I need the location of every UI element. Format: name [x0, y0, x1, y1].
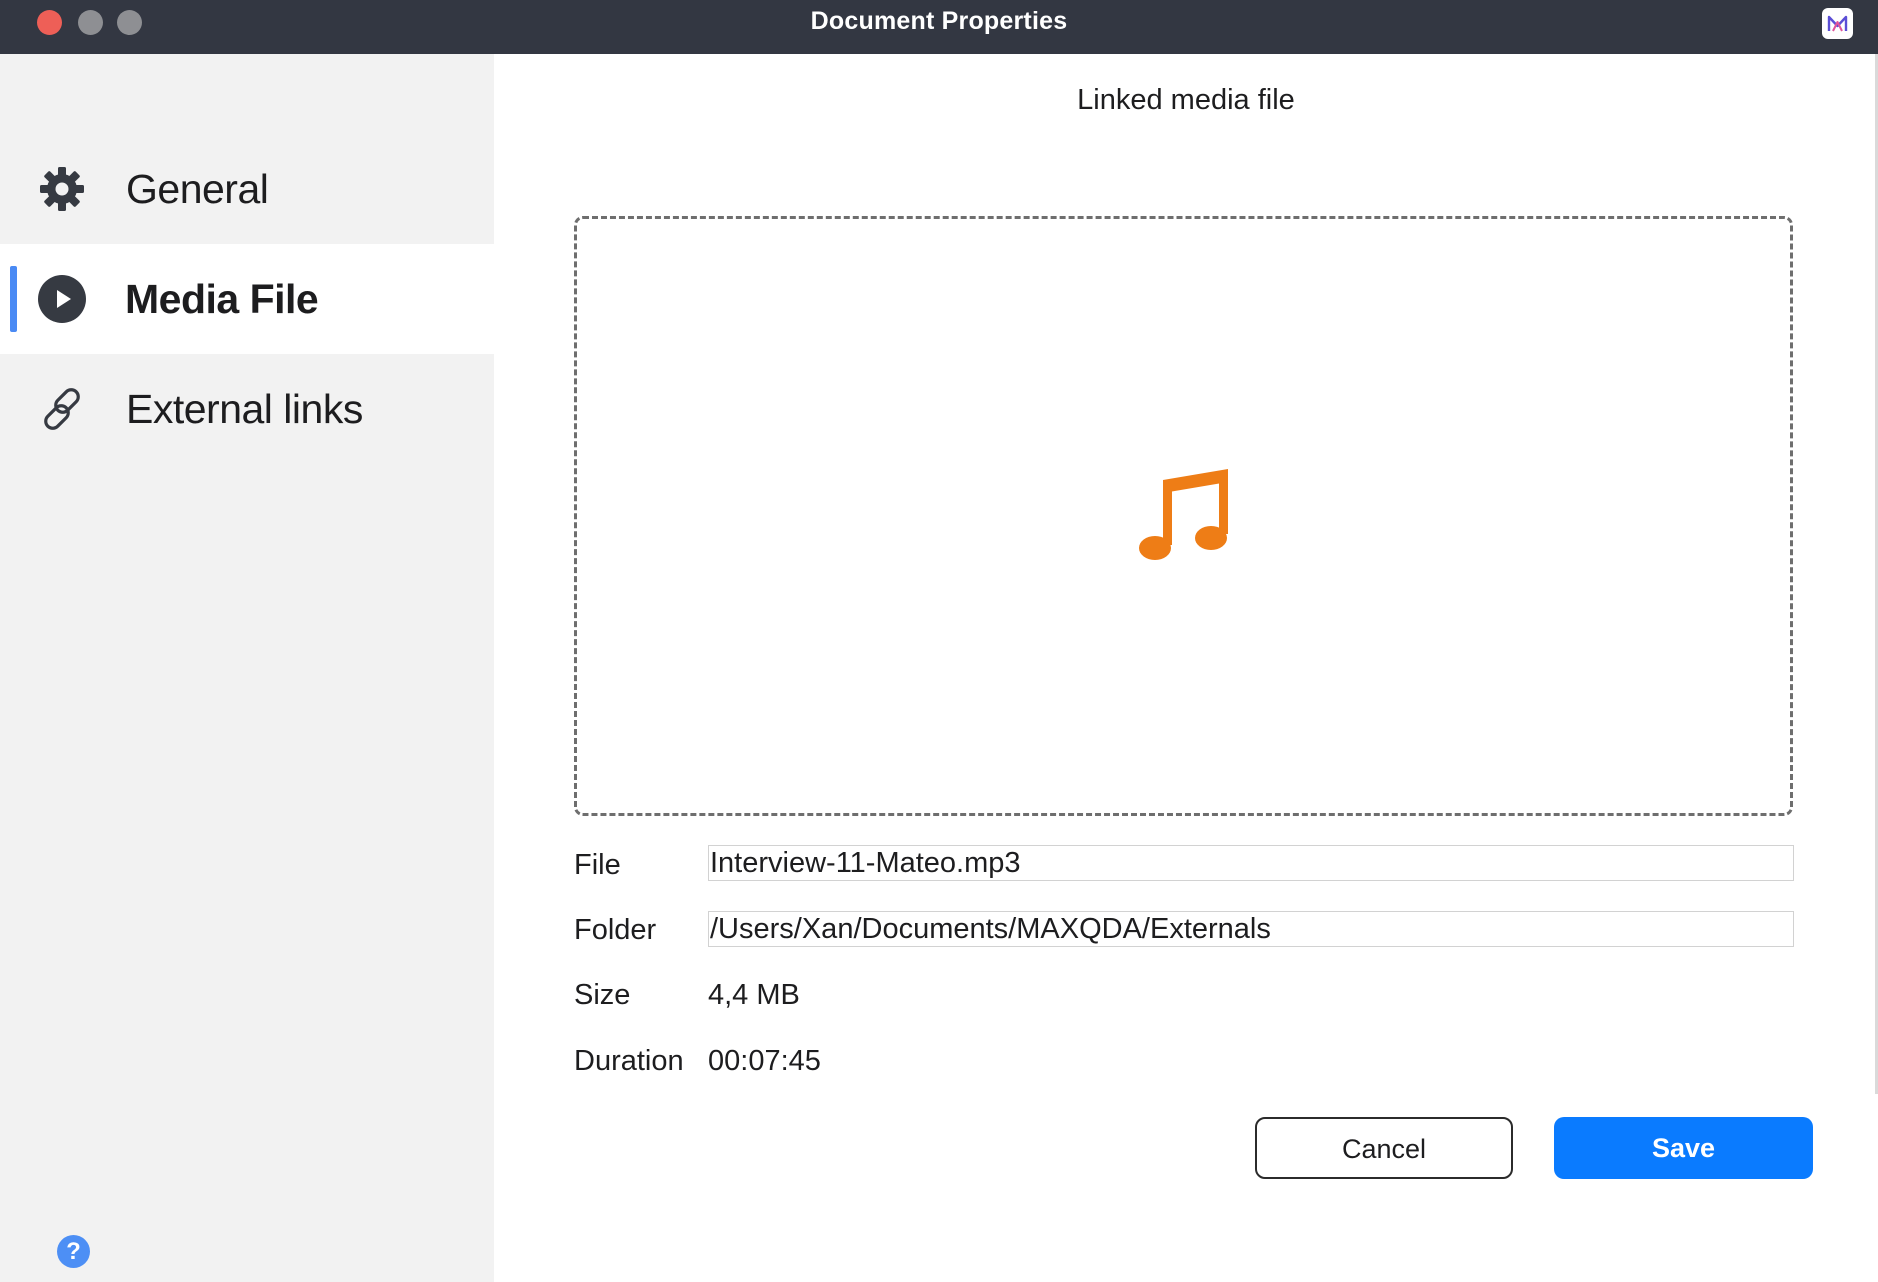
sidebar-item-external-links[interactable]: External links: [0, 354, 494, 464]
cancel-button[interactable]: Cancel: [1255, 1117, 1513, 1179]
media-preview-area[interactable]: [574, 216, 1793, 816]
sidebar-item-media-file[interactable]: Media File: [0, 244, 494, 354]
file-name-field[interactable]: [708, 845, 1794, 881]
sidebar-item-label: General: [126, 165, 269, 212]
sidebar-item-label: Media File: [125, 275, 319, 322]
file-label: File: [574, 849, 621, 881]
panel-heading: Linked media file: [1077, 84, 1295, 116]
duration-label: Duration: [574, 1045, 684, 1077]
question-circle-icon[interactable]: ?: [57, 1235, 90, 1268]
folder-path-field[interactable]: [708, 911, 1794, 947]
media-file-panel: Linked media file File Folder Size 4,4 M…: [494, 54, 1878, 1282]
sidebar: General Media File External links ?: [0, 54, 494, 1282]
save-button[interactable]: Save: [1554, 1117, 1813, 1179]
sidebar-item-label: External links: [126, 385, 363, 432]
sidebar-item-general[interactable]: General: [0, 134, 494, 244]
link-icon: [38, 385, 86, 433]
window-title: Document Properties: [810, 7, 1068, 35]
play-circle-icon: [38, 275, 86, 323]
title-bar: Document Properties: [0, 0, 1878, 54]
folder-label: Folder: [574, 914, 657, 946]
gear-icon: [38, 165, 86, 213]
size-value: 4,4 MB: [708, 979, 800, 1011]
maxqda-logo-icon: [1822, 8, 1853, 39]
size-label: Size: [574, 979, 631, 1011]
duration-value: 00:07:45: [708, 1045, 821, 1077]
music-note-icon: [1134, 462, 1234, 562]
